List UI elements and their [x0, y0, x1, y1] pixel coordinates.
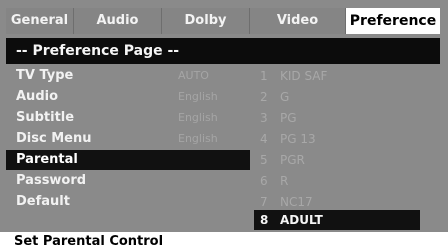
parental-option-selected[interactable]: 8 ADULT — [254, 210, 420, 230]
tab-video[interactable]: Video — [250, 8, 346, 34]
parental-option[interactable]: 6 R — [254, 171, 420, 191]
tab-audio[interactable]: Audio — [74, 8, 162, 34]
option-label: ADULT — [280, 213, 323, 227]
option-number: 4 — [260, 132, 268, 146]
setting-value: English — [178, 132, 218, 145]
parental-option[interactable]: 7 NC17 — [254, 192, 420, 212]
option-number: 3 — [260, 111, 268, 125]
option-label: PG — [280, 111, 297, 125]
setting-label: Audio — [16, 89, 59, 104]
parental-option[interactable]: 4 PG 13 — [254, 129, 420, 149]
setting-value: English — [178, 111, 218, 124]
option-number: 2 — [260, 90, 268, 104]
parental-option[interactable]: 2 G — [254, 87, 420, 107]
setting-label: Default — [16, 194, 70, 209]
setting-label: TV Type — [16, 68, 74, 83]
setting-label: Password — [16, 173, 87, 188]
tab-strip: General Audio Dolby Video Preference — [6, 8, 440, 34]
option-label: G — [280, 90, 290, 104]
page-title: -- Preference Page -- — [6, 38, 440, 64]
setting-row-disc-menu[interactable]: Disc Menu English — [6, 129, 250, 149]
option-label: PG 13 — [280, 132, 316, 146]
setting-value: AUTO — [178, 69, 209, 82]
setting-row-parental[interactable]: Parental — [6, 150, 250, 170]
setting-value: English — [178, 90, 218, 103]
option-number: 7 — [260, 195, 268, 209]
setting-label: Disc Menu — [16, 131, 92, 146]
option-label: NC17 — [280, 195, 313, 209]
setting-row-password[interactable]: Password — [6, 171, 250, 191]
status-bar: Set Parental Control — [0, 232, 448, 252]
setting-row-subtitle[interactable]: Subtitle English — [6, 108, 250, 128]
tab-dolby[interactable]: Dolby — [162, 8, 250, 34]
tab-general[interactable]: General — [6, 8, 74, 34]
option-label: PGR — [280, 153, 305, 167]
parental-option[interactable]: 1 KID SAF — [254, 66, 420, 86]
parental-option[interactable]: 3 PG — [254, 108, 420, 128]
setting-row-audio[interactable]: Audio English — [6, 87, 250, 107]
option-label: R — [280, 174, 289, 188]
option-label: KID SAF — [280, 69, 328, 83]
setting-row-tv-type[interactable]: TV Type AUTO — [6, 66, 250, 86]
option-number: 6 — [260, 174, 268, 188]
option-number: 5 — [260, 153, 268, 167]
setting-label: Subtitle — [16, 110, 75, 125]
option-number: 8 — [260, 213, 269, 227]
setting-row-default[interactable]: Default — [6, 192, 250, 212]
setting-label: Parental — [16, 152, 78, 167]
dvd-setup-menu: General Audio Dolby Video Preference -- … — [0, 0, 448, 252]
tab-preference[interactable]: Preference — [346, 8, 440, 34]
option-number: 1 — [260, 69, 268, 83]
parental-option[interactable]: 5 PGR — [254, 150, 420, 170]
